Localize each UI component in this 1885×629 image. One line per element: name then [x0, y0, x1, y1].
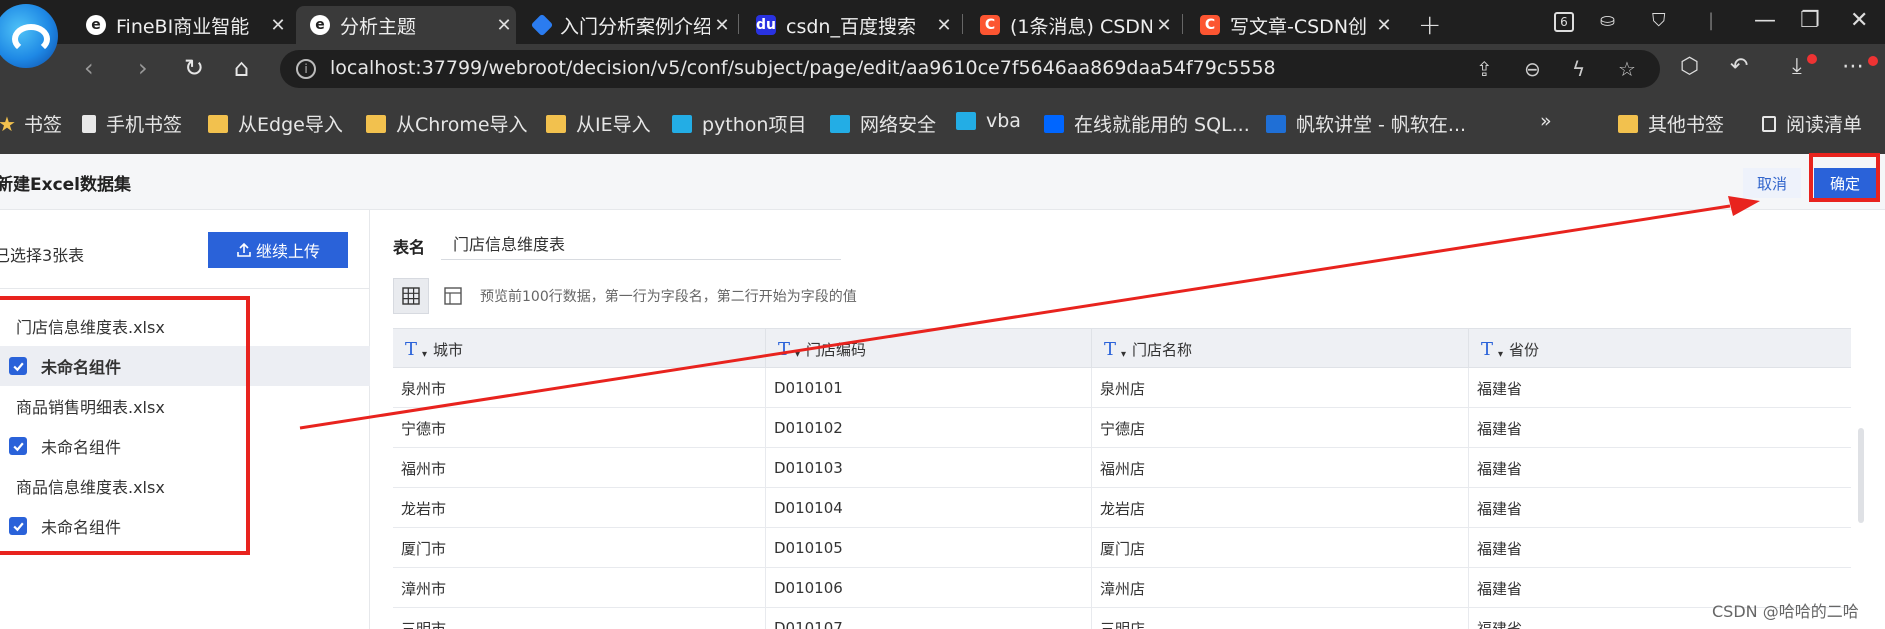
browser-window: e FineBI商业智能 ✕ e 分析主题 ✕ 入门分析案例介绍 ✕ du cs…	[0, 0, 1885, 629]
annotation-arrow	[299, 196, 1760, 430]
